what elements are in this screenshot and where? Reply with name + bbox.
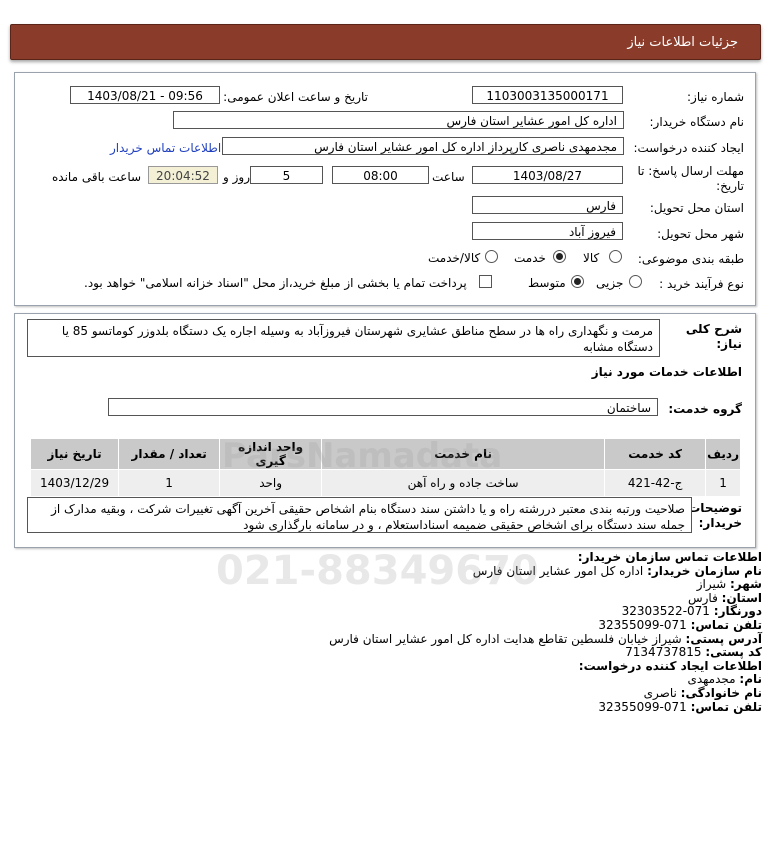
table-header-row: ردیف کد خدمت نام خدمت واحد اندازه گیری ت… bbox=[29, 438, 741, 470]
category-radio-service[interactable] bbox=[553, 250, 566, 263]
announce-datetime-field[interactable]: 1403/08/21 - 09:56 bbox=[70, 86, 220, 104]
process-radio-minor[interactable] bbox=[629, 275, 642, 288]
contact-phone: تلفن تماس: 071-32355099 bbox=[598, 617, 762, 632]
page-header: جزئیات اطلاعات نیاز bbox=[10, 24, 761, 60]
notes-label-buyer: خریدار: bbox=[698, 516, 742, 530]
service-group-label: گروه خدمت: bbox=[668, 402, 742, 416]
creator-family: نام خانوادگی: ناصری bbox=[643, 685, 762, 700]
province-field[interactable]: فارس bbox=[472, 196, 623, 214]
announce-label: تاریخ و ساعت اعلان عمومی: bbox=[223, 90, 368, 104]
category-radio-goods[interactable] bbox=[609, 250, 622, 263]
contact-title: اطلاعات تماس سازمان خریدار: bbox=[577, 550, 762, 564]
cell-need-date: 1403/12/29 bbox=[29, 469, 120, 497]
col-row: ردیف bbox=[705, 438, 741, 470]
cell-service-code: ج-42-421 bbox=[604, 469, 707, 497]
contact-address: آدرس پستی: شیراز خیابان فلسطین تقاطع هدا… bbox=[329, 631, 762, 646]
table-row[interactable]: 1 ج-42-421 ساخت جاده و راه آهن واحد 1 14… bbox=[29, 469, 741, 497]
category-option-both: کالا/خدمت bbox=[428, 251, 481, 265]
summary-label: شرح کلی bbox=[685, 322, 742, 336]
deadline-time-label: ساعت bbox=[432, 170, 465, 184]
days-label: روز و bbox=[223, 170, 250, 184]
contact-city: شهر: شیراز bbox=[696, 577, 762, 592]
creator-phone: تلفن تماس: 071-32355099 bbox=[598, 699, 762, 714]
days-field[interactable]: 5 bbox=[250, 166, 323, 184]
process-option-medium: متوسط bbox=[528, 276, 566, 290]
category-radio-both[interactable] bbox=[485, 250, 498, 263]
process-label: نوع فرآیند خرید : bbox=[659, 277, 744, 291]
cell-service-name: ساخت جاده و راه آهن bbox=[321, 469, 606, 497]
summary-text: مرمت و نگهداری راه ها در سطح مناطق عشایر… bbox=[27, 319, 660, 357]
notes-label: توضیحات bbox=[688, 501, 742, 515]
creator-field[interactable]: مجدمهدی ناصری کارپرداز اداره کل امور عشا… bbox=[222, 137, 624, 155]
city-field[interactable]: فیروز آباد bbox=[472, 222, 623, 240]
col-service-code: کد خدمت bbox=[604, 438, 707, 470]
services-table: ردیف کد خدمت نام خدمت واحد اندازه گیری ت… bbox=[29, 438, 741, 497]
summary-label-need: نیاز: bbox=[716, 337, 742, 351]
cell-quantity: 1 bbox=[118, 469, 221, 497]
city-label: شهر محل تحویل: bbox=[657, 227, 744, 241]
deadline-time-field[interactable]: 08:00 bbox=[332, 166, 429, 184]
buyer-org-field[interactable]: اداره کل امور عشایر استان فارس bbox=[173, 111, 624, 129]
creator-label: ایجاد کننده درخواست: bbox=[633, 141, 744, 155]
cell-unit: واحد bbox=[219, 469, 323, 497]
col-need-date: تاریخ نیاز bbox=[29, 438, 120, 470]
buyer-contact-link[interactable]: اطلاعات تماس خریدار bbox=[110, 141, 221, 155]
col-unit: واحد اندازه گیری bbox=[219, 438, 323, 470]
process-option-minor: جزیی bbox=[596, 276, 624, 290]
contact-province: استان: فارس bbox=[687, 590, 762, 605]
deadline-date-field[interactable]: 1403/08/27 bbox=[472, 166, 623, 184]
buyer-notes-text: صلاحیت ورتبه بندی معتبر دررشته راه و یا … bbox=[27, 497, 692, 533]
services-title: اطلاعات خدمات مورد نیاز bbox=[591, 365, 742, 379]
creator-name: نام: مجدمهدی bbox=[687, 672, 762, 687]
contact-fax: دورنگار: 071-32303522 bbox=[621, 604, 762, 619]
need-number-label: شماره نیاز: bbox=[687, 90, 744, 104]
page-title: جزئیات اطلاعات نیاز bbox=[627, 35, 738, 50]
remaining-label: ساعت باقی مانده bbox=[52, 170, 142, 184]
need-number-field[interactable]: 1103003135000171 bbox=[472, 86, 623, 104]
contact-section: اطلاعات تماس سازمان خریدار: نام سازمان خ… bbox=[329, 550, 762, 714]
contact-org: نام سازمان خریدار: اداره کل امور عشایر ا… bbox=[472, 563, 762, 578]
buyer-org-label: نام دستگاه خریدار: bbox=[649, 115, 745, 129]
need-details-panel bbox=[14, 72, 756, 306]
col-quantity: تعداد / مقدار bbox=[118, 438, 221, 470]
service-group-field[interactable]: ساختمان bbox=[108, 398, 658, 416]
treasury-payment-note: پرداخت تمام یا بخشی از مبلغ خرید،از محل … bbox=[84, 276, 467, 290]
process-radio-medium[interactable] bbox=[571, 275, 584, 288]
treasury-payment-checkbox[interactable] bbox=[479, 275, 492, 288]
col-service-name: نام خدمت bbox=[321, 438, 606, 470]
cell-row: 1 bbox=[705, 469, 741, 497]
category-option-goods: کالا bbox=[583, 251, 600, 265]
remaining-time-field: 20:04:52 bbox=[148, 166, 218, 184]
deadline-label: مهلت ارسال پاسخ: تا bbox=[637, 164, 744, 178]
category-label: طبقه بندی موضوعی: bbox=[637, 252, 744, 266]
province-label: استان محل تحویل: bbox=[649, 201, 744, 215]
category-option-service: خدمت bbox=[514, 251, 546, 265]
deadline-label-date: تاریخ: bbox=[716, 179, 744, 193]
creator-title: اطلاعات ایجاد کننده درخواست: bbox=[578, 658, 762, 673]
contact-postal: کد پستی: 7134737815 bbox=[625, 645, 762, 660]
